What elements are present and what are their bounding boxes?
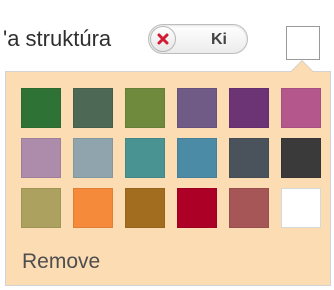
toggle-knob[interactable] — [150, 26, 176, 52]
remove-color-link[interactable]: Remove — [22, 249, 100, 275]
color-swatch-14[interactable] — [73, 188, 113, 228]
color-swatch-4[interactable] — [177, 88, 217, 128]
color-swatch-10[interactable] — [177, 138, 217, 178]
color-swatch-12[interactable] — [281, 138, 321, 178]
color-swatch-17[interactable] — [229, 188, 269, 228]
top-toolbar: 'a struktúra Ki — [0, 0, 334, 72]
color-swatch-1[interactable] — [21, 88, 61, 128]
color-grid — [21, 88, 323, 228]
color-swatch-8[interactable] — [73, 138, 113, 178]
close-icon — [157, 33, 169, 45]
toggle-state-label: Ki — [211, 31, 227, 48]
color-swatch-9[interactable] — [125, 138, 165, 178]
color-swatch-15[interactable] — [125, 188, 165, 228]
color-swatch-16[interactable] — [177, 188, 217, 228]
color-swatch-18[interactable] — [281, 188, 321, 228]
popup-pointer — [290, 60, 314, 72]
color-swatch-3[interactable] — [125, 88, 165, 128]
color-swatch-13[interactable] — [21, 188, 61, 228]
popup-pointer-fill — [291, 61, 313, 72]
color-swatch-5[interactable] — [229, 88, 269, 128]
color-swatch-11[interactable] — [229, 138, 269, 178]
color-palette-popup: Remove — [5, 71, 331, 286]
color-picker-button[interactable] — [286, 26, 320, 60]
structure-label: 'a struktúra — [3, 26, 112, 51]
color-swatch-7[interactable] — [21, 138, 61, 178]
color-swatch-2[interactable] — [73, 88, 113, 128]
color-swatch-6[interactable] — [281, 88, 321, 128]
structure-toggle[interactable]: Ki — [148, 24, 248, 54]
